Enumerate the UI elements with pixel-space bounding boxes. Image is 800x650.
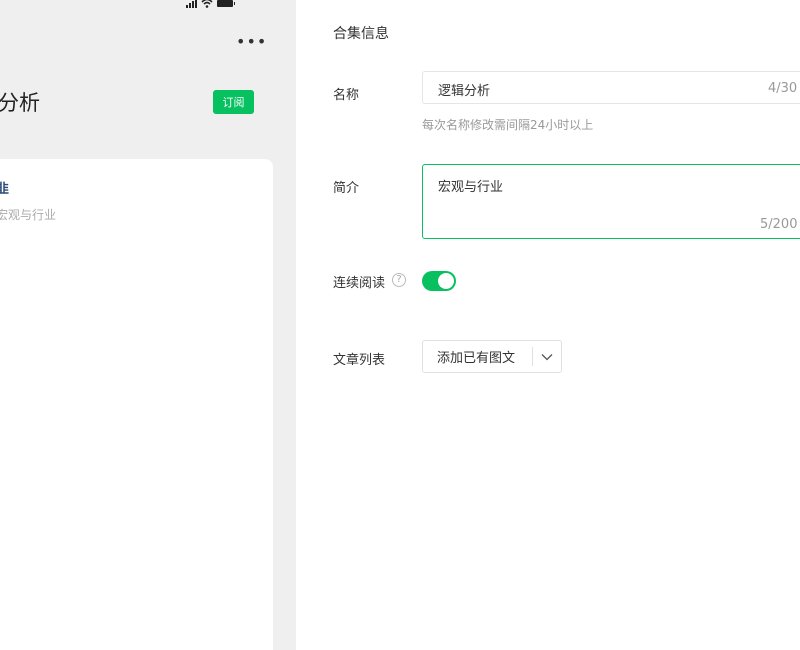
status-bar [186,0,235,10]
preview-card-title: 韭 [0,182,10,197]
toggle-knob [438,273,454,289]
continuous-reading-label: 连续阅读 [333,276,386,291]
name-char-count: 4/30 [768,81,798,96]
name-input-value: 逻辑分析 [438,84,491,99]
signal-icon [186,0,197,8]
more-icon[interactable]: ••• [236,34,267,50]
subscribe-button[interactable]: 订阅 [213,90,254,114]
intro-char-count: 5/200 [760,217,798,232]
preview-card-subtitle: 宏观与行业 [0,208,57,222]
intro-textarea[interactable]: 宏观与行业 5/200 [422,164,800,239]
add-existing-article-button[interactable]: 添加已有图文 [422,340,562,373]
continuous-reading-toggle[interactable] [422,271,456,291]
help-icon[interactable]: ? [392,273,406,287]
collection-form: 合集信息 名称 逻辑分析 4/30 每次名称修改需间隔24小时以上 简介 宏观与… [296,0,800,650]
intro-textarea-value: 宏观与行业 [438,180,504,195]
add-existing-article-label: 添加已有图文 [437,351,516,366]
chevron-down-icon[interactable] [533,353,561,361]
section-title: 合集信息 [333,26,389,42]
preview-collection-title: 分析 [0,91,40,115]
article-list-label: 文章列表 [333,353,386,368]
intro-label: 简介 [333,181,360,196]
name-hint: 每次名称修改需间隔24小时以上 [422,118,594,132]
phone-preview: ••• 分析 订阅 韭 宏观与行业 [0,0,296,650]
preview-card: 韭 宏观与行业 [0,159,273,650]
wifi-icon [201,0,213,8]
name-label: 名称 [333,88,360,103]
battery-icon [217,0,235,7]
name-input[interactable]: 逻辑分析 4/30 [422,71,800,104]
